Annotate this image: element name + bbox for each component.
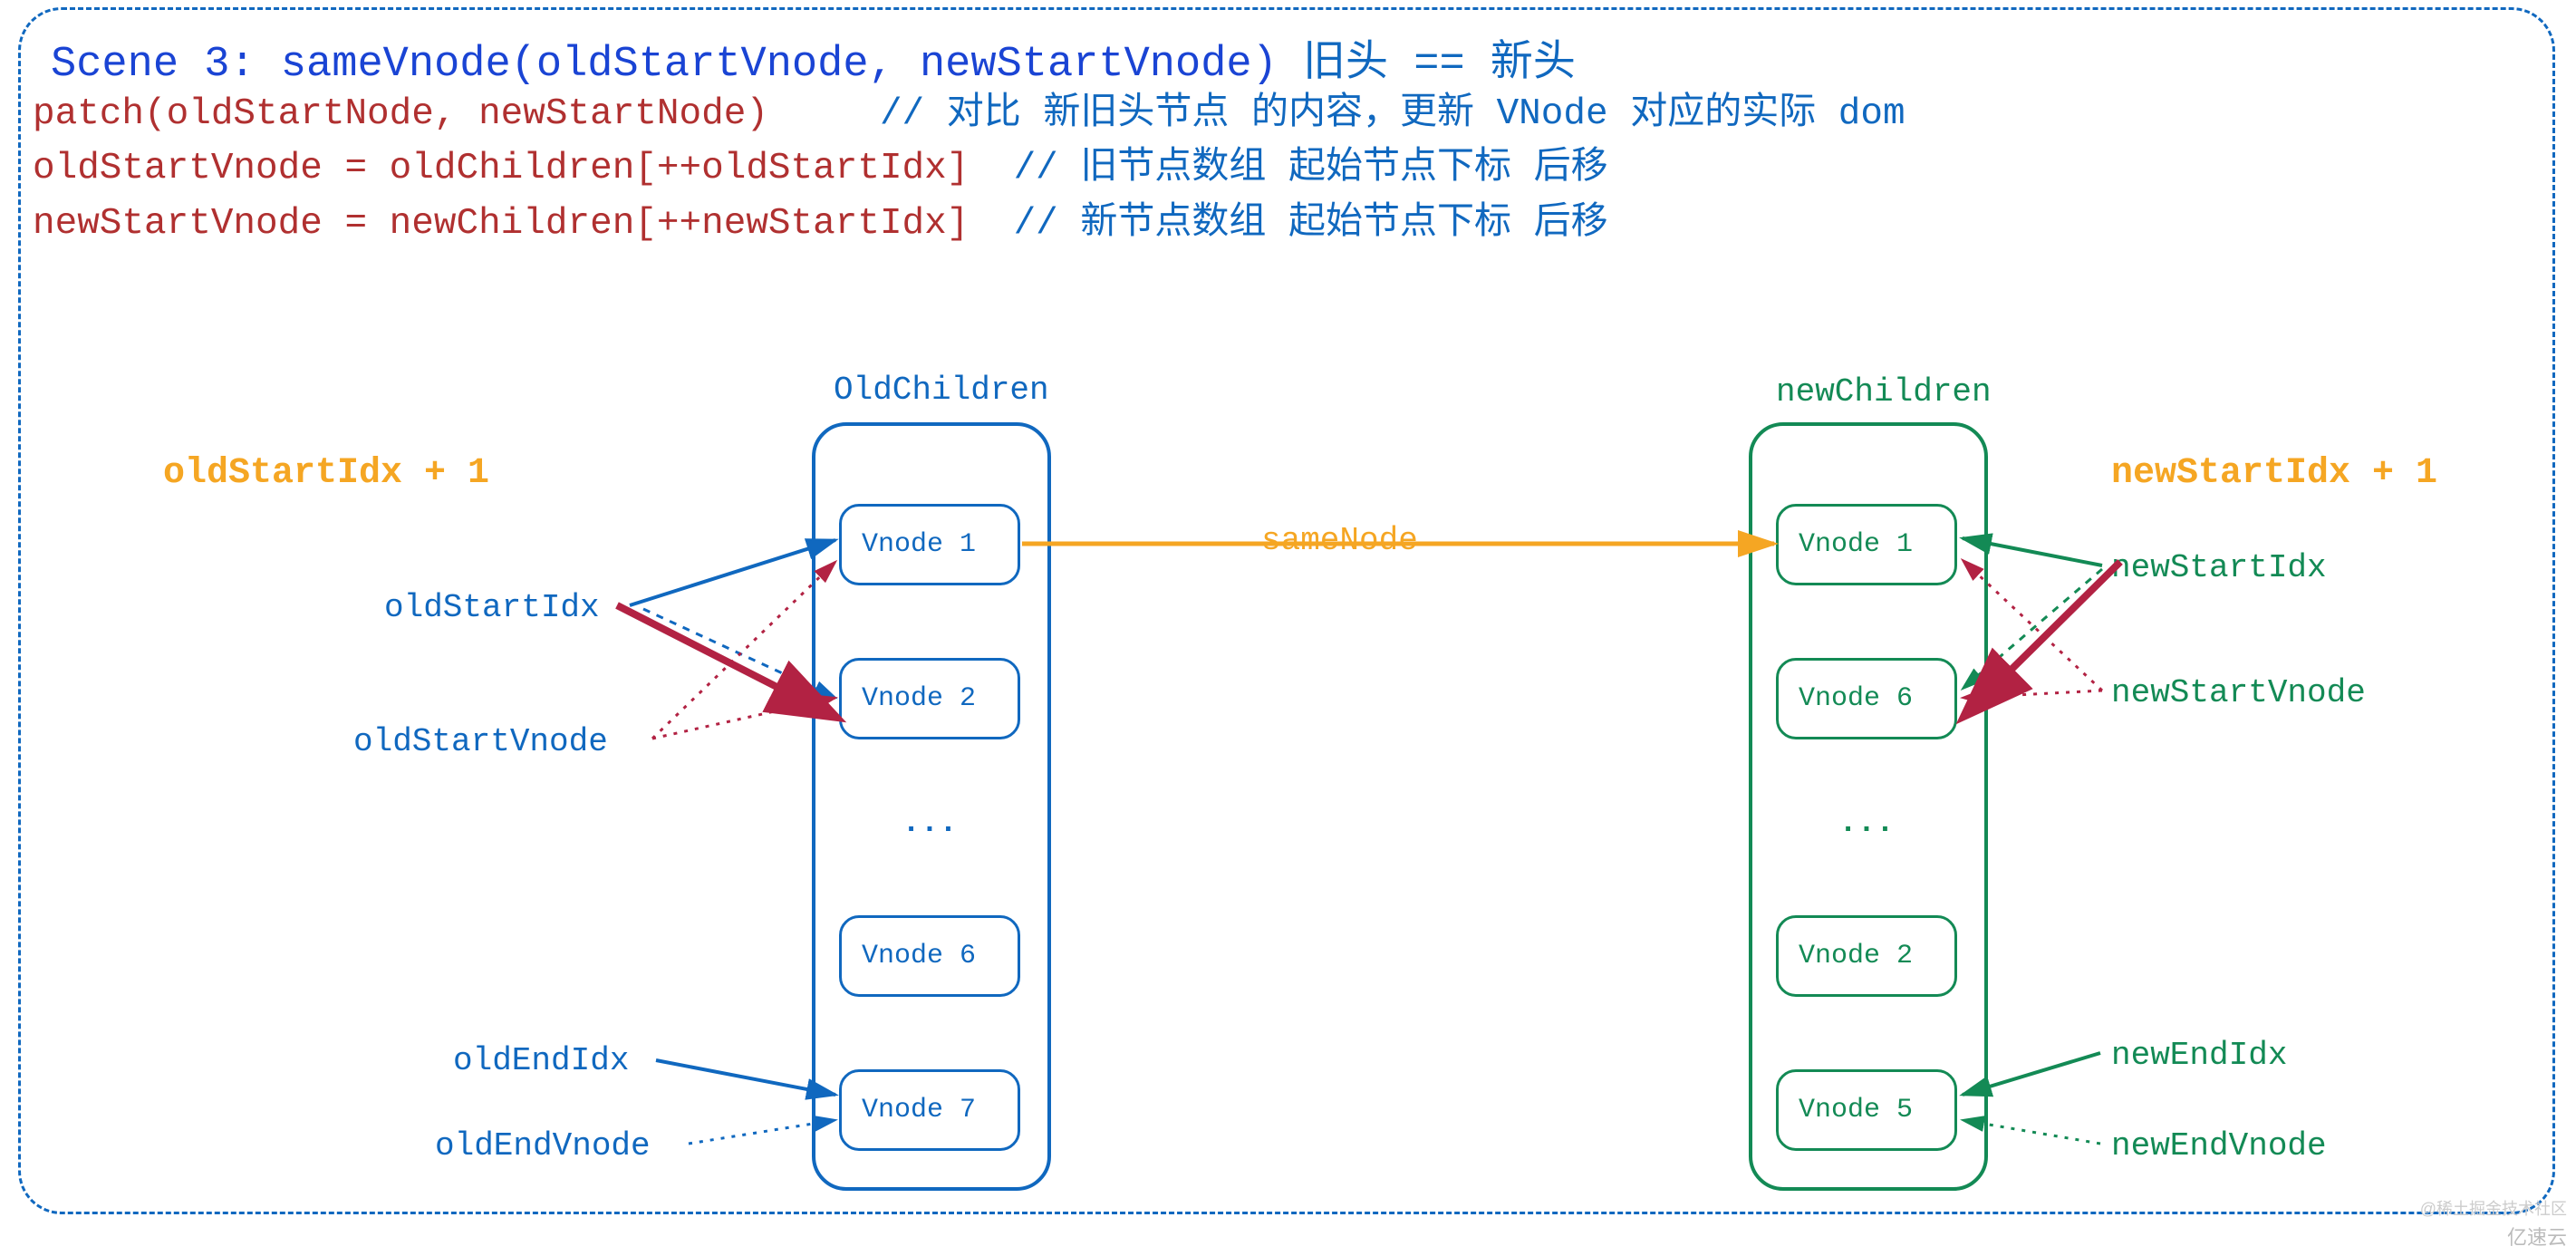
code-l3b: // 新节点数组 起始节点下标 后移 — [1014, 203, 1608, 245]
title-cn: 旧头 == 新头 — [1303, 41, 1576, 89]
lbl-newstartvnode: newStartVnode — [2111, 674, 2366, 711]
new-vnode-5: Vnode 5 — [1776, 1069, 1957, 1151]
old-startidx-plus-1: oldStartIdx + 1 — [163, 453, 489, 494]
new-vnode-2: Vnode 2 — [1776, 915, 1957, 997]
new-startidx-plus-1: newStartIdx + 1 — [2111, 453, 2437, 494]
code-l2b: // 旧节点数组 起始节点下标 后移 — [1014, 148, 1608, 189]
lbl-oldstartvnode: oldStartVnode — [353, 723, 608, 760]
lbl-newendvnode: newEndVnode — [2111, 1127, 2327, 1164]
lbl-oldendvnode: oldEndVnode — [435, 1127, 651, 1164]
old-ellipsis: ... — [839, 807, 1020, 841]
code-l3a: newStartVnode = newChildren[++newStartId… — [33, 203, 1014, 245]
lbl-samenode: sameNode — [1261, 522, 1418, 559]
diagram-canvas: Scene 3: sameVnode(oldStartVnode, newSta… — [0, 0, 2576, 1256]
new-ellipsis: ... — [1776, 807, 1957, 841]
lbl-oldendidx: oldEndIdx — [453, 1042, 629, 1079]
lbl-oldstartidx: oldStartIdx — [384, 589, 600, 626]
old-vnode-1: Vnode 1 — [839, 504, 1020, 585]
title-en: Scene 3: sameVnode(oldStartVnode, newSta… — [51, 41, 1303, 89]
code-block: patch(oldStartNode, newStartNode) // 对比 … — [33, 87, 1905, 251]
code-l1b: // 对比 新旧头节点 的内容，更新 VNode 对应的实际 dom — [880, 93, 1905, 135]
watermark-yisuyun: 亿速云 — [2507, 1222, 2567, 1251]
scene-title: Scene 3: sameVnode(oldStartVnode, newSta… — [51, 25, 1576, 89]
new-children-label: newChildren — [1776, 373, 1992, 411]
lbl-newstartidx: newStartIdx — [2111, 549, 2327, 586]
watermark-juejin: @稀土掘金技术社区 — [2420, 1196, 2567, 1220]
old-vnode-6: Vnode 6 — [839, 915, 1020, 997]
old-vnode-2: Vnode 2 — [839, 658, 1020, 739]
new-vnode-1: Vnode 1 — [1776, 504, 1957, 585]
code-l2a: oldStartVnode = oldChildren[++oldStartId… — [33, 148, 1014, 189]
code-l1a: patch(oldStartNode, newStartNode) — [33, 93, 880, 135]
old-children-label: OldChildren — [834, 372, 1049, 409]
old-vnode-7: Vnode 7 — [839, 1069, 1020, 1151]
lbl-newendidx: newEndIdx — [2111, 1037, 2287, 1074]
new-vnode-6: Vnode 6 — [1776, 658, 1957, 739]
